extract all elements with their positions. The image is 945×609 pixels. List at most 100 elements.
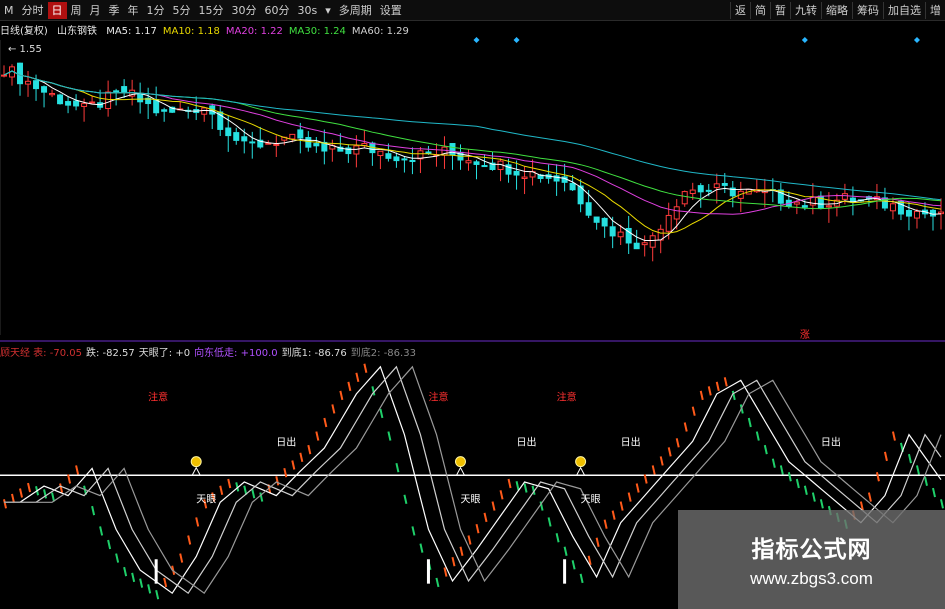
indicator-label: 日出 (517, 435, 537, 448)
indicator-hatch (11, 493, 15, 504)
indicator-hatch (795, 478, 800, 489)
indicator-hatch (499, 490, 504, 500)
indicator-hatch (59, 483, 64, 493)
indicator-hatch (667, 447, 672, 457)
sun-marker-icon (575, 456, 587, 468)
indicator-hatch (787, 472, 792, 482)
candle-body (41, 86, 48, 93)
price-note-label: 涨 (800, 329, 810, 341)
indicator-hatch (299, 452, 304, 463)
indicator-hatch (107, 539, 112, 550)
indicator-hatch (940, 499, 944, 509)
candle-body (89, 101, 96, 104)
indicator-hatch (611, 510, 616, 520)
candle-body (513, 170, 520, 176)
indicator-hatch (771, 458, 776, 468)
candle-body (1, 74, 7, 77)
candle-body (713, 183, 720, 189)
indicator-hatch (932, 487, 936, 498)
candle-body (825, 205, 832, 208)
indicator-hatch (251, 488, 256, 499)
ma30-line (3, 70, 942, 210)
indicator-hatch (491, 501, 496, 511)
indicator-hatch (675, 438, 680, 448)
candle-body (801, 205, 808, 208)
indicator-hatch (651, 465, 656, 475)
indicator-hatch (435, 577, 440, 588)
indicator-hatch (571, 560, 576, 570)
indicator-hatch (331, 404, 336, 414)
indicator-hatch (131, 572, 136, 583)
signal-diamond (473, 37, 480, 43)
candle-body (793, 201, 800, 205)
candle-body (25, 80, 32, 85)
indicator-legend-item-1: 跌: -82.57 (85, 348, 135, 359)
indicator-hatch (219, 485, 224, 495)
candle-body (593, 216, 600, 223)
indicator-hatch (523, 483, 528, 493)
indicator-hatch (139, 578, 144, 588)
indicator-hatch (395, 462, 400, 473)
ma60-line (3, 70, 942, 201)
indicator-hatch (755, 431, 760, 441)
indicator-hatch (747, 417, 752, 428)
signal-diamond (913, 37, 920, 43)
candle-body (569, 182, 576, 191)
indicator-label: 日出 (276, 435, 296, 448)
indicator-hatch (891, 431, 896, 441)
indicator-hatch (619, 501, 624, 511)
indicator-hatch (27, 482, 32, 493)
indicator-hatch (819, 499, 824, 509)
indicator-hatch (699, 390, 704, 401)
sun-marker-stem (456, 466, 465, 476)
candle-body (721, 183, 728, 186)
indicator-hatch (123, 566, 128, 577)
indicator-hatch (19, 488, 23, 498)
candle-body (465, 160, 472, 164)
indicator-hatch (419, 543, 424, 553)
indicator-hatch (163, 577, 168, 588)
indicator-white-bar (154, 559, 158, 584)
indicator-hatch (811, 492, 816, 502)
indicator-hatch (179, 553, 184, 563)
candle-body (121, 86, 128, 93)
candle-body (161, 109, 168, 112)
indicator-legend-item-0: 顾天经 表: -70.05 (0, 348, 82, 359)
indicator-hatch (883, 451, 888, 462)
candle-body (681, 191, 688, 205)
candle-body (153, 99, 160, 114)
candle-body (401, 158, 408, 161)
candle-body (241, 136, 248, 142)
indicator-hatch (347, 381, 352, 392)
indicator-hatch (915, 465, 920, 475)
ma20-line (3, 70, 942, 215)
indicator-label: 注意 (428, 391, 448, 404)
indicator-hatch (363, 363, 368, 373)
indicator-hatch (115, 553, 120, 563)
watermark-url: www.zbgs3.com (750, 569, 873, 588)
indicator-hatch (707, 386, 712, 396)
indicator-hatch (459, 546, 464, 556)
ma10-line (3, 70, 942, 234)
indicator-label: 天眼 (581, 493, 601, 505)
candle-body (473, 161, 480, 165)
indicator-hatch (307, 444, 312, 455)
indicator-hatch (195, 517, 200, 527)
indicator-hatch (924, 476, 928, 486)
indicator-white-bar (426, 559, 430, 584)
candle-body (17, 62, 24, 85)
candle-body (697, 185, 704, 193)
candle-body (481, 165, 488, 168)
ma5-line (3, 70, 942, 241)
indicator-hatch (507, 478, 512, 489)
indicator-hatch (579, 573, 584, 584)
indicator-hatch (723, 377, 728, 387)
indicator-hatch (443, 567, 448, 577)
indicator-label: 注意 (148, 391, 168, 404)
candle-body (297, 129, 304, 139)
candle-body (313, 143, 320, 147)
indicator-hatch (515, 481, 520, 491)
signal-diamond (801, 37, 808, 43)
indicator-hatch (603, 519, 608, 529)
candle-body (201, 107, 208, 115)
